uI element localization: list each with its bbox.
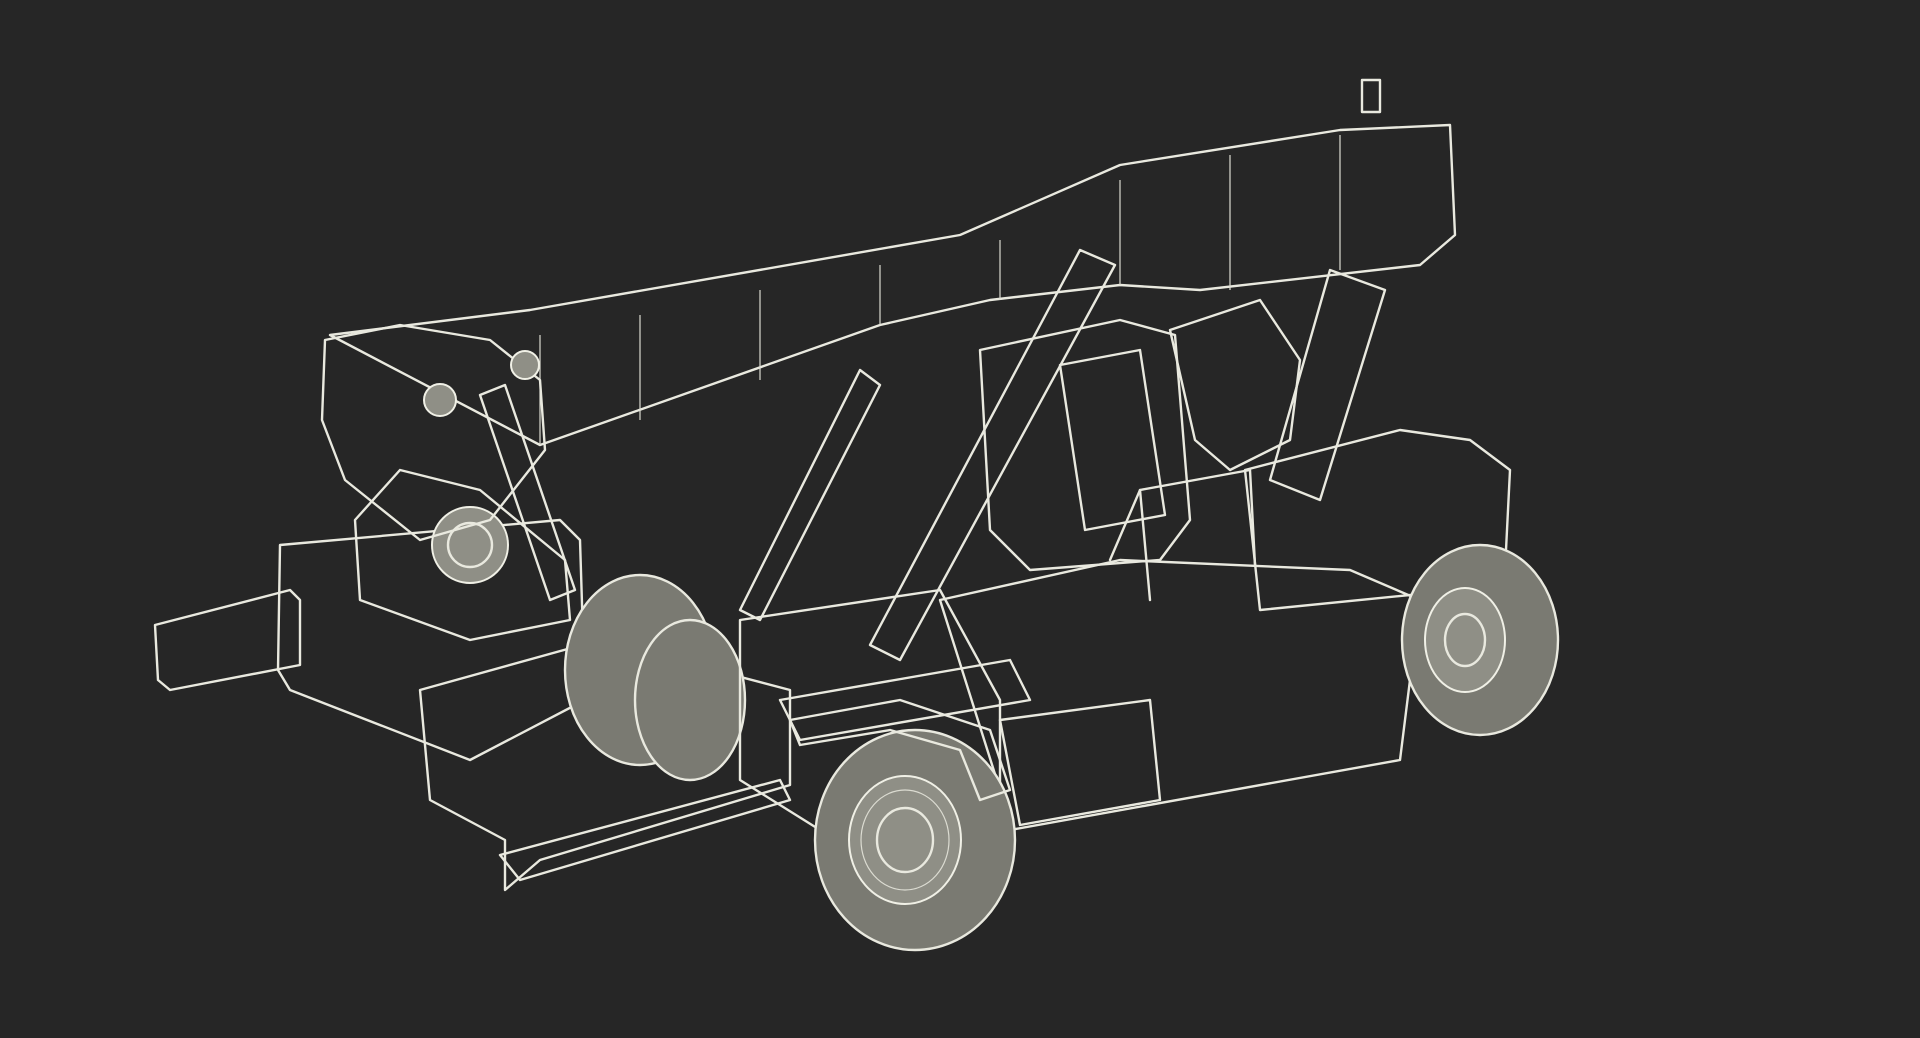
operator-cab <box>978 298 1302 602</box>
render-viewport <box>0 0 1920 1038</box>
boom-rear-mount <box>353 468 572 642</box>
telescopic-boom <box>320 78 1457 542</box>
front-left-wheel <box>813 728 1017 952</box>
front-right-wheel <box>1400 543 1560 737</box>
rear-wheels <box>563 573 747 782</box>
reach-stacker-wireframe-render <box>153 78 1560 952</box>
